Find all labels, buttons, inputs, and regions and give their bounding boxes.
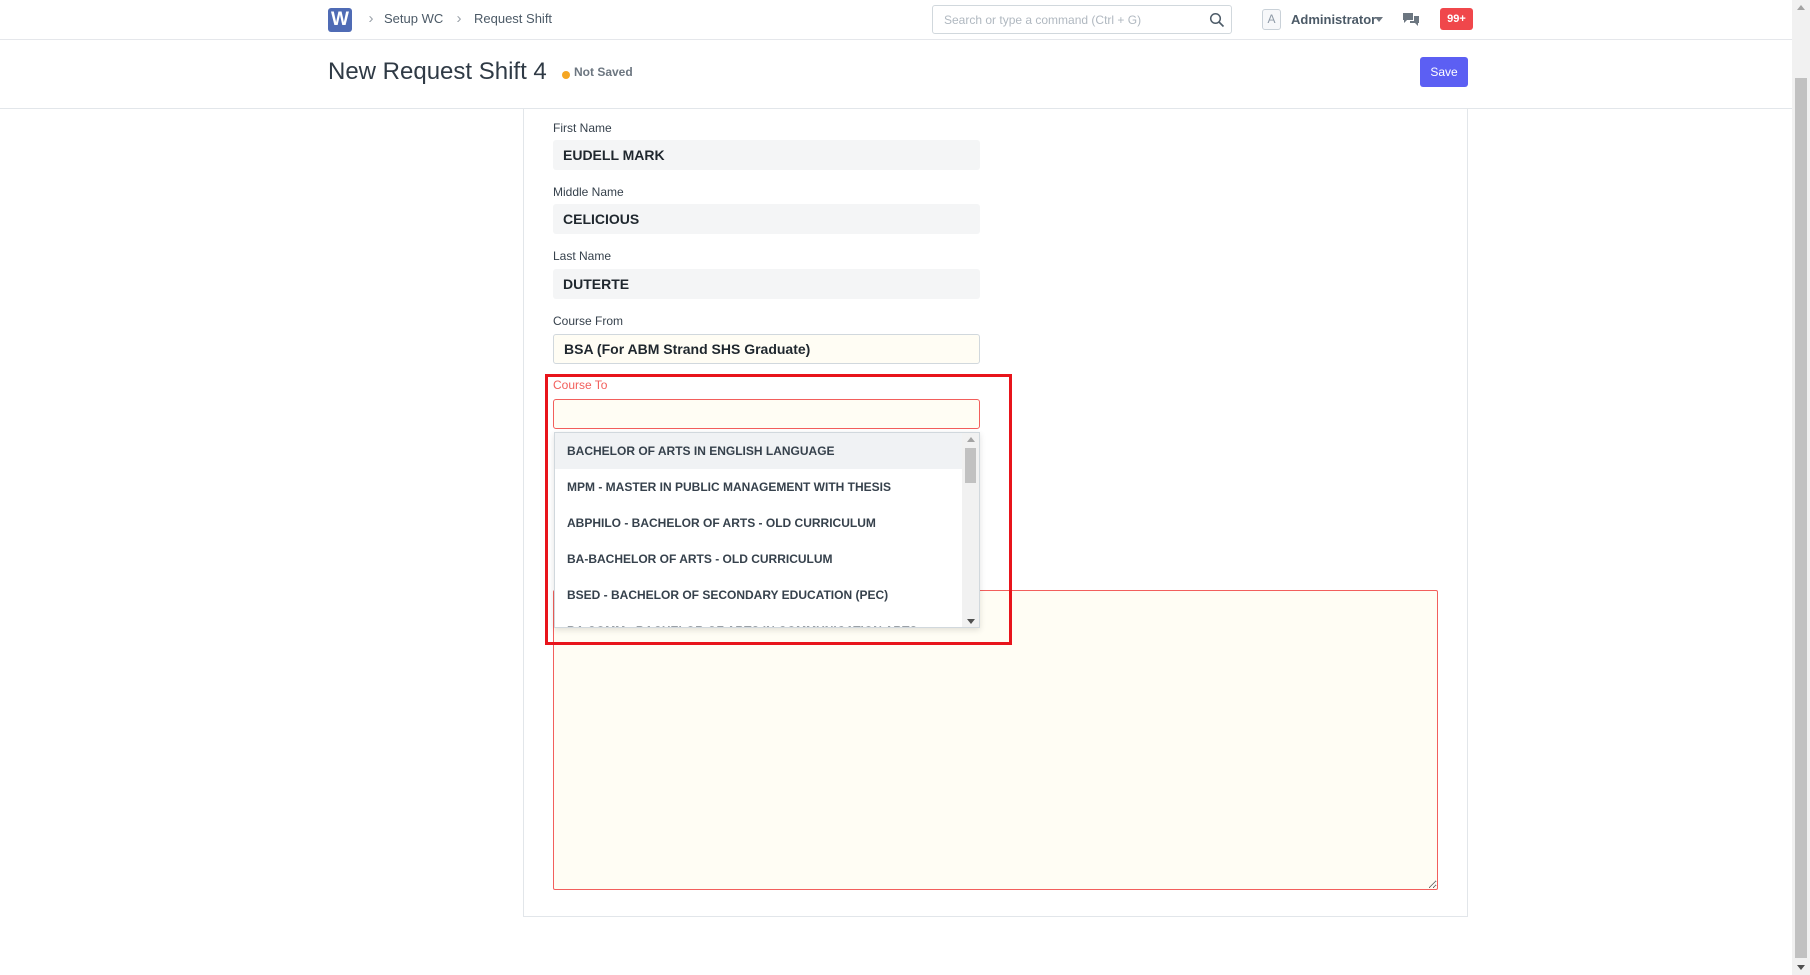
course-to-label: Course To [553, 378, 608, 392]
last-name-label: Last Name [553, 249, 612, 263]
dropdown-option[interactable]: MPM - MASTER IN PUBLIC MANAGEMENT WITH T… [555, 469, 963, 505]
page-scrollbar-thumb[interactable] [1795, 78, 1807, 958]
page-head: New Request Shift 4 Not Saved Save [0, 40, 1792, 109]
first-name-field: EUDELL MARK [553, 140, 980, 170]
scroll-up-icon[interactable] [1797, 5, 1805, 10]
dropdown-scrollbar[interactable] [962, 433, 979, 627]
search-input[interactable] [942, 10, 1192, 29]
course-from-label: Course From [553, 314, 624, 328]
scroll-down-icon[interactable] [1797, 965, 1805, 970]
course-from-field[interactable]: BSA (For ABM Strand SHS Graduate) [553, 334, 980, 364]
middle-name-field: CELICIOUS [553, 204, 980, 234]
status-dot-icon [562, 71, 570, 79]
scrollbar-thumb[interactable] [965, 448, 976, 483]
chevron-down-icon[interactable] [1375, 17, 1383, 22]
user-menu-label[interactable]: Administrator [1291, 12, 1376, 27]
breadcrumb-setup-wc[interactable]: Setup WC [384, 11, 443, 26]
navbar: W › Setup WC › Request Shift A Administr… [0, 0, 1792, 40]
middle-name-label: Middle Name [553, 185, 624, 199]
app-logo[interactable]: W [328, 8, 352, 32]
page-title: New Request Shift 4 [328, 58, 547, 85]
remarks-textarea[interactable] [553, 590, 1438, 890]
chevron-right-icon: › [368, 10, 374, 27]
avatar[interactable]: A [1262, 9, 1281, 30]
notification-badge[interactable]: 99+ [1440, 8, 1473, 30]
save-button[interactable]: Save [1420, 57, 1468, 87]
dropdown-option[interactable]: BSED - BACHELOR OF SECONDARY EDUCATION (… [555, 577, 963, 613]
scroll-down-icon[interactable] [967, 619, 975, 624]
chevron-right-icon: › [456, 10, 462, 27]
dropdown-option[interactable]: BA COMM - BACHELOR OF ARTS IN COMMUNICAT… [555, 613, 963, 627]
course-to-dropdown: BACHELOR OF ARTS IN ENGLISH LANGUAGE MPM… [554, 432, 980, 628]
last-name-field: DUTERTE [553, 269, 980, 299]
chat-icon[interactable] [1402, 11, 1420, 27]
dropdown-option[interactable]: ABPHILO - BACHELOR OF ARTS - OLD CURRICU… [555, 505, 963, 541]
status-indicator: Not Saved [574, 65, 633, 79]
dropdown-option[interactable]: BA-BACHELOR OF ARTS - OLD CURRICULUM [555, 541, 963, 577]
course-to-input[interactable] [553, 399, 980, 429]
first-name-label: First Name [553, 121, 612, 135]
page-scrollbar[interactable] [1792, 0, 1810, 975]
scroll-up-icon[interactable] [967, 437, 975, 442]
breadcrumb-request-shift[interactable]: Request Shift [474, 11, 552, 26]
dropdown-option[interactable]: BACHELOR OF ARTS IN ENGLISH LANGUAGE [555, 433, 963, 469]
search-bar[interactable] [932, 5, 1232, 34]
search-icon[interactable] [1209, 12, 1225, 28]
